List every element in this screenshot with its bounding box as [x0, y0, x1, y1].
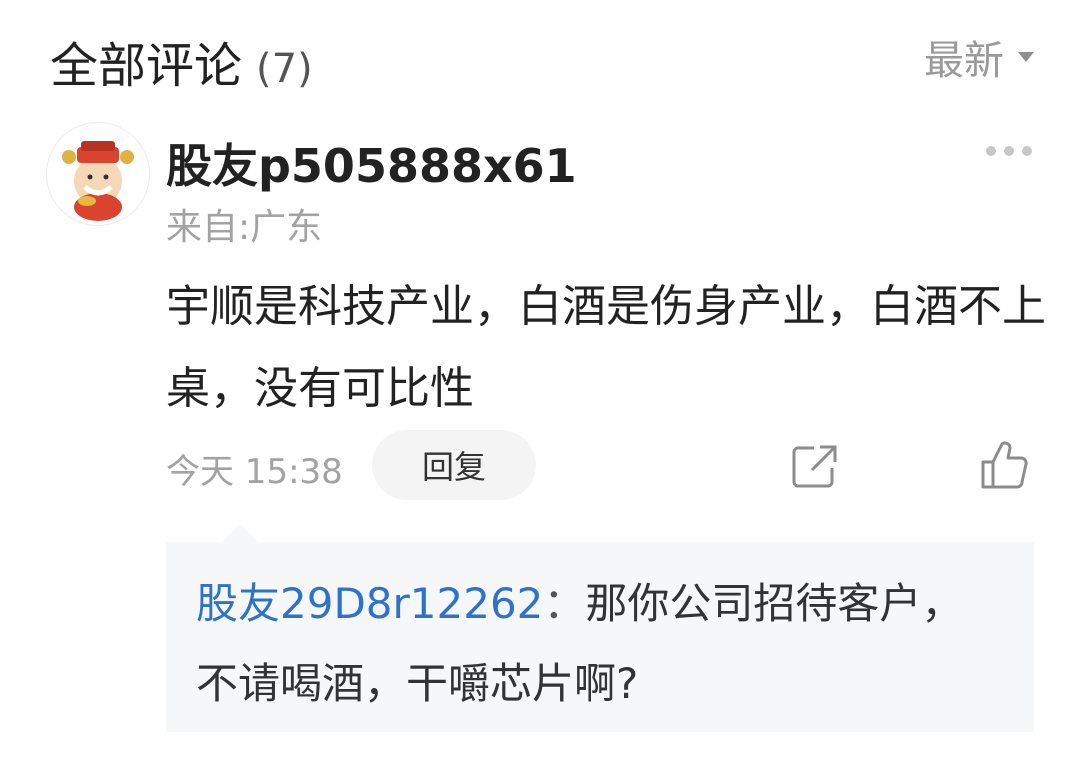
thumbs-up-icon[interactable] — [980, 440, 1028, 490]
comments-title-text: 全部评论 — [50, 38, 243, 94]
comments-header: 全部评论 (7) 最新 — [0, 0, 1080, 110]
sort-dropdown[interactable]: 最新 — [924, 28, 1034, 86]
comment-time: 今天 15:38 — [166, 452, 343, 492]
reply-box-pointer — [222, 524, 258, 542]
sort-label: 最新 — [924, 38, 1004, 84]
avatar[interactable] — [46, 122, 150, 226]
comment-author[interactable]: 股友p505888x61 — [166, 130, 577, 196]
dot — [1022, 146, 1032, 156]
comment-location: 来自:广东 — [166, 207, 323, 248]
comments-title: 全部评论 (7) — [50, 26, 313, 96]
reply-text: 股友29D8r12262：那你公司招待客户，不请喝酒，干嚼芯片啊? — [196, 564, 986, 724]
comment-content: 宇顺是科技产业，白酒是伤身产业，白酒不上桌，没有可比性 — [166, 281, 1046, 414]
dot — [986, 146, 996, 156]
reply-username[interactable]: 股友29D8r12262 — [196, 579, 543, 628]
reply-separator: ： — [543, 579, 586, 628]
comment-actions: 今天 15:38 回复 — [166, 430, 1036, 500]
reply-preview[interactable]: 股友29D8r12262：那你公司招待客户，不请喝酒，干嚼芯片啊? — [166, 542, 1034, 732]
share-icon[interactable] — [792, 444, 838, 490]
caret-down-icon — [1018, 52, 1034, 62]
reply-button[interactable]: 回复 — [372, 430, 536, 500]
more-dots-icon[interactable] — [986, 146, 1032, 156]
dot — [1004, 146, 1014, 156]
comments-count: (7) — [256, 46, 313, 92]
